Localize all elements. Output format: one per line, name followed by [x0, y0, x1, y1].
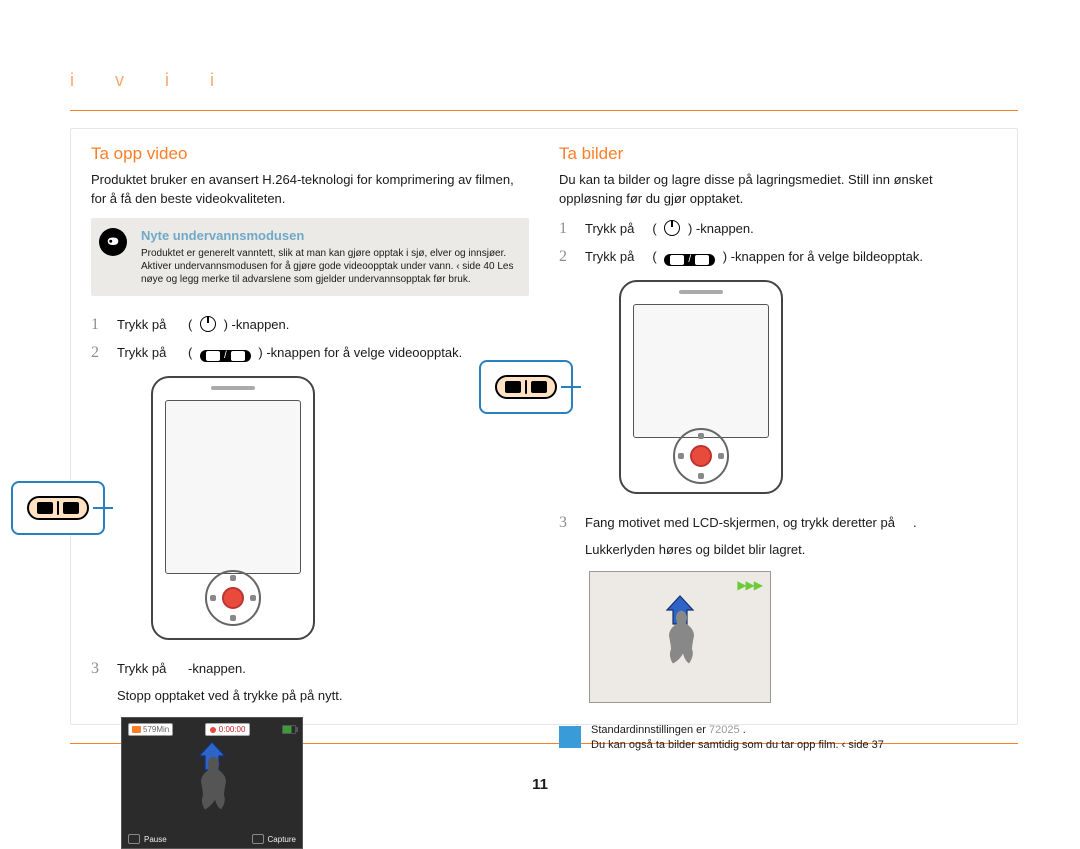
silhouette-icon — [658, 606, 702, 676]
step-text-pre: Trykk på — [117, 317, 166, 332]
step-number: 2 — [559, 246, 575, 268]
step-1-photo: 1 Trykk på ( ) -knappen. — [559, 218, 997, 240]
step-3-video: 3 Trykk på -knappen. Stopp opptaket ved … — [91, 658, 529, 705]
step-number: 1 — [559, 218, 575, 240]
device-dpad — [205, 570, 261, 626]
steps-photo: 1 Trykk på ( ) -knappen. 2 Trykk på ( / — [559, 218, 997, 268]
mode-switch-icon: / — [664, 254, 715, 266]
device-illustration — [619, 280, 783, 494]
step-text-post: -knappen. — [232, 317, 290, 332]
step-text-post: -knappen. — [188, 661, 246, 676]
mode-callout — [479, 360, 573, 414]
step-text-pre: Trykk på — [585, 221, 634, 236]
lcd-bottom-bar: Pause Capture — [128, 834, 296, 844]
capture-label: Capture — [268, 835, 296, 844]
step-text-pre: Fang motivet med LCD-skjermen, og trykk … — [585, 515, 895, 530]
steps-video: 1 Trykk på ( ) -knappen. 2 Trykk på ( — [91, 314, 529, 364]
mode-switch-icon: / — [200, 350, 251, 362]
min-remaining-badge: 579Min — [128, 723, 173, 736]
lcd-preview-photo: ▶▶▶ — [589, 571, 771, 703]
col-left: Ta opp video Produktet bruker en avanser… — [91, 144, 529, 712]
record-time-badge: 0:00:00 — [205, 723, 251, 736]
underwater-note: Nyte undervannsmodusen Produktet er gene… — [91, 218, 529, 296]
device-screen — [165, 400, 301, 574]
device-screen — [633, 304, 769, 438]
underwater-title: Nyte undervannsmodusen — [141, 228, 517, 243]
step-2-video: 2 Trykk på ( / ) -knappen for å velge vi… — [91, 342, 529, 364]
manual-page: i v i i Ta opp video Produktet bruker en… — [0, 0, 1080, 825]
power-icon — [200, 316, 216, 332]
step-number: 3 — [91, 658, 107, 705]
intro-video: Produktet bruker en avansert H.264-tekno… — [91, 170, 529, 208]
lcd-preview-video: 579Min 0:00:00 Pause — [121, 717, 303, 849]
step-3-sub-video: Stopp opptaket ved å trykke på på nytt. — [117, 686, 342, 705]
step-text-post: -knappen for å velge videoopptak. — [266, 345, 462, 360]
heading-video: Ta opp video — [91, 144, 529, 164]
scuba-diver-icon — [99, 228, 127, 256]
heading-photo: Ta bilder — [559, 144, 997, 164]
step-text-pre: Trykk på — [117, 345, 166, 360]
mode-switch-icon — [495, 375, 557, 399]
device-illustration-wrap — [121, 376, 529, 640]
silhouette-icon — [190, 752, 234, 822]
steps-photo-cont: 3 Fang motivet med LCD-skjermen, og tryk… — [559, 512, 997, 559]
rule-top — [70, 110, 1018, 112]
step-text-pre: Trykk på — [585, 249, 634, 264]
step-number: 1 — [91, 314, 107, 336]
step-3-sub-photo: Lukkerlyden høres og bildet blir lagret. — [585, 540, 917, 559]
info-line1c: . — [743, 724, 746, 736]
content-frame: Ta opp video Produktet bruker en avanser… — [70, 128, 1018, 725]
mode-callout — [11, 481, 105, 535]
info-line2: Du kan også ta bilder samtidig som du ta… — [591, 738, 884, 753]
fast-forward-icon: ▶▶▶ — [737, 578, 762, 592]
info-note: Standardinnstillingen er 72025 . Du kan … — [559, 723, 997, 753]
device-illustration — [151, 376, 315, 640]
device-dpad — [673, 428, 729, 484]
device-speaker — [211, 386, 255, 390]
underwater-text: Produktet er generelt vanntett, slik at … — [141, 247, 517, 286]
steps-video-cont: 3 Trykk på -knappen. Stopp opptaket ved … — [91, 658, 529, 705]
step-text-post: -knappen. — [696, 221, 754, 236]
intro-photo: Du kan ta bilder og lagre disse på lagri… — [559, 170, 997, 208]
step-text-post: -knappen for å velge bildeopptak. — [731, 249, 923, 264]
step-2-photo: 2 Trykk på ( / ) -knappen for å velge bi… — [559, 246, 997, 268]
power-icon — [664, 220, 680, 236]
step-text-post: . — [913, 515, 917, 530]
step-number: 2 — [91, 342, 107, 364]
info-square-icon — [559, 726, 581, 748]
col-right: Ta bilder Du kan ta bilder og lagre diss… — [559, 144, 997, 712]
step-number: 3 — [559, 512, 575, 559]
device-illustration-wrap — [589, 280, 997, 494]
device-speaker — [679, 290, 723, 294]
pause-label: Pause — [144, 835, 167, 844]
mode-switch-icon — [27, 496, 89, 520]
step-text-pre: Trykk på — [117, 661, 166, 676]
info-line1b: 72025 — [709, 724, 740, 736]
chapter-deco-text: i v i i — [70, 70, 232, 91]
battery-icon — [282, 723, 296, 736]
info-line1a: Standardinnstillingen er — [591, 724, 709, 736]
step-3-photo: 3 Fang motivet med LCD-skjermen, og tryk… — [559, 512, 997, 559]
page-number: 11 — [532, 776, 548, 793]
step-1-video: 1 Trykk på ( ) -knappen. — [91, 314, 529, 336]
